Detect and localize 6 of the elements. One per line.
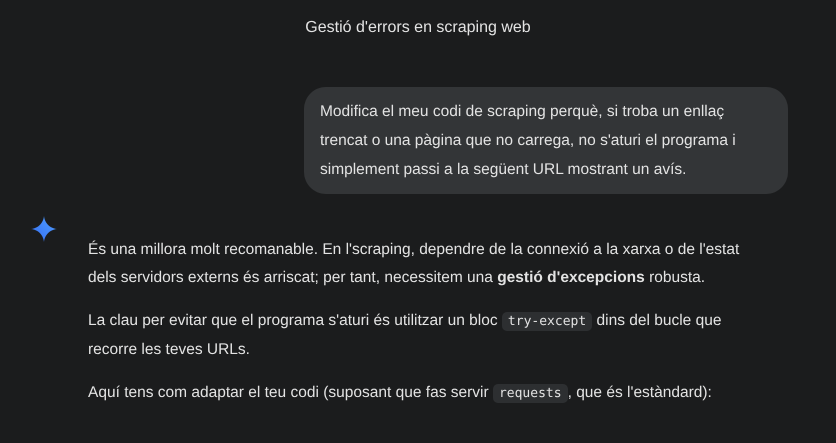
user-message: Modifica el meu codi de scraping perquè, si troba un enllaç trencat o una pàgina que no carrega, no s'aturi el programa i simplement passi a la següent URL mostrant un avís. (304, 87, 788, 194)
conversation-title: Gestió d'errors en scraping web (305, 18, 531, 38)
response-paragraph: Aquí tens com adaptar el teu codi (suposant que fas servir requests , que és l'estàndard): (88, 383, 713, 405)
response-paragraph: La clau per evitar que el programa s'aturi és utilitzar un bloc try-except dins del bucle que recorre les teves URLs. (88, 311, 722, 360)
sparkle-icon (31, 216, 57, 242)
response-paragraph: És una millora molt recomanable. En l'scraping, dependre de la connexió a la xarxa o de l'estat dels servidors externs és arriscat; per tant, necessitem una gestió d'excepcions robusta. (88, 240, 740, 288)
